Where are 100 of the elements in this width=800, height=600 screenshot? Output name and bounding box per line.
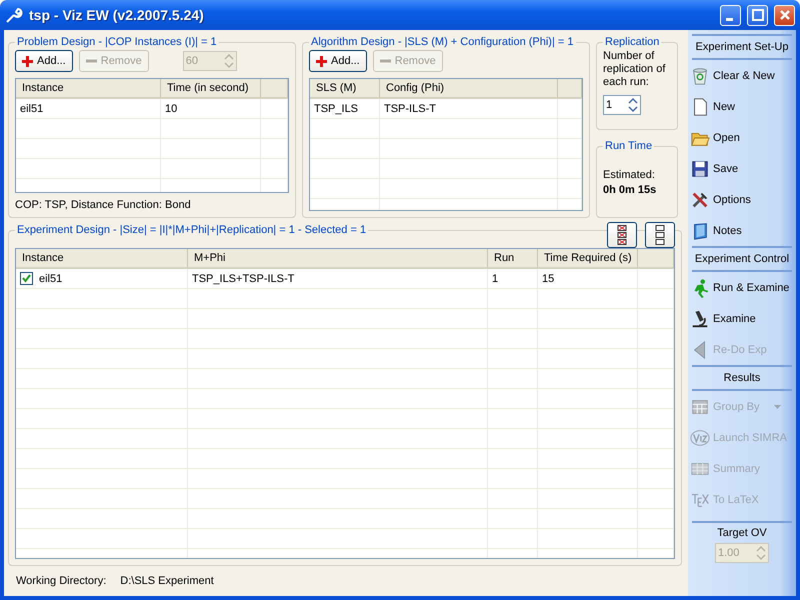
empty-cell <box>261 139 288 159</box>
table-cell: 10 <box>161 99 261 119</box>
group-title: Algorithm Design - |SLS (M) + Configuration (Phi)| = 1 <box>310 36 574 48</box>
column-header[interactable]: Instance <box>16 249 188 269</box>
empty-cell <box>638 529 674 549</box>
empty-cell <box>488 389 538 409</box>
empty-cell <box>638 489 674 509</box>
sidebar-item[interactable]: Save <box>688 153 796 184</box>
wrench-icon <box>5 6 23 24</box>
directory-path: D:\SLS Experiment <box>120 575 214 587</box>
empty-cell <box>488 489 538 509</box>
sidebar-item[interactable]: Open <box>688 122 796 153</box>
empty-cell <box>558 159 582 179</box>
info-text: COP: TSP, Distance Function: Bond <box>15 199 192 211</box>
add-button[interactable]: Add... <box>309 50 367 72</box>
sidebar-item[interactable]: New <box>688 91 796 122</box>
estimated-time: 0h 0m 15s <box>603 184 658 196</box>
empty-cell <box>638 329 674 349</box>
column-header[interactable]: Config (Phi) <box>380 79 558 99</box>
empty-cell <box>310 179 380 199</box>
sidebar-item[interactable]: Clear & New <box>688 60 796 91</box>
empty-cell <box>488 289 538 309</box>
deselect-all-button[interactable] <box>645 222 675 248</box>
sidebar-item[interactable]: Run & Examine <box>688 272 796 303</box>
window-title: tsp - Viz EW (v2.2007.5.24) <box>29 7 205 23</box>
viz-logo-icon <box>690 428 710 448</box>
replication-label: Number of replication of each run: <box>603 50 666 89</box>
empty-cell <box>488 329 538 349</box>
empty-cell <box>558 99 582 119</box>
empty-cell <box>310 139 380 159</box>
empty-cell <box>638 469 674 489</box>
minimize-button[interactable] <box>720 4 741 26</box>
maximize-icon <box>752 9 764 21</box>
section-title: Target OV <box>717 527 767 539</box>
plus-icon <box>22 56 33 66</box>
empty-cell <box>488 409 538 429</box>
column-header[interactable]: Time Required (s) <box>538 249 638 269</box>
minus-icon <box>380 59 391 63</box>
table-cell: 15 <box>538 269 638 289</box>
group-title: Replication <box>604 36 660 48</box>
empty-cell <box>638 509 674 529</box>
table-cell: eil51 <box>16 99 161 119</box>
empty-cell <box>638 369 674 389</box>
empty-cell <box>261 119 288 139</box>
section-title: Results <box>724 372 760 384</box>
minus-icon <box>86 59 97 63</box>
microscope-icon <box>690 308 710 328</box>
recycle-bin-icon <box>690 66 710 86</box>
table-cell: TSP_ILS+TSP-ILS-T <box>188 269 488 289</box>
add-button[interactable]: Add... <box>15 50 73 72</box>
section-title: Experiment Control <box>694 253 790 265</box>
plus-icon <box>316 56 327 66</box>
empty-cell <box>488 369 538 389</box>
close-icon <box>778 9 790 21</box>
empty-cell <box>638 289 674 309</box>
empty-cell <box>488 509 538 529</box>
empty-cell <box>261 159 288 179</box>
checked-list-icon <box>617 225 627 245</box>
empty-cell <box>488 349 538 369</box>
empty-cell <box>638 389 674 409</box>
empty-cell <box>488 309 538 329</box>
empty-cell <box>638 449 674 469</box>
sidebar-item[interactable]: Examine <box>688 303 796 334</box>
table-cell: 1 <box>488 269 538 289</box>
estimate-label: Estimated: <box>603 169 656 182</box>
empty-list-icon <box>655 225 665 245</box>
section-title: Experiment Set-Up <box>696 41 788 53</box>
column-header[interactable]: Run <box>488 249 538 269</box>
instance-name: eil51 <box>39 272 62 284</box>
group-title: Problem Design - |COP Instances (I)| = 1 <box>16 36 218 48</box>
directory-label: Working Directory: <box>16 575 106 587</box>
select-all-button[interactable] <box>607 222 637 248</box>
empty-cell <box>558 139 582 159</box>
empty-cell <box>488 529 538 549</box>
column-header[interactable]: Instance <box>16 79 161 99</box>
empty-cell <box>638 309 674 329</box>
empty-cell <box>638 269 674 289</box>
table-cell: TSP_ILS <box>310 99 380 119</box>
column-header[interactable]: M+Phi <box>188 249 488 269</box>
empty-cell <box>488 449 538 469</box>
minimize-icon <box>726 18 732 20</box>
empty-cell <box>488 429 538 449</box>
replication-spinner[interactable]: 1 <box>603 95 641 115</box>
empty-cell <box>558 179 582 199</box>
empty-cell <box>261 99 288 119</box>
empty-cell <box>488 469 538 489</box>
empty-cell <box>310 159 380 179</box>
empty-cell <box>558 119 582 139</box>
empty-cell <box>310 119 380 139</box>
column-header[interactable]: SLS (M) <box>310 79 380 99</box>
checkbox[interactable] <box>20 272 33 285</box>
empty-cell <box>638 349 674 369</box>
sidebar-item[interactable]: Notes <box>688 215 796 246</box>
column-header[interactable]: Time (in second) <box>161 79 261 99</box>
empty-cell <box>638 429 674 449</box>
close-button[interactable] <box>774 4 795 26</box>
empty-cell <box>638 409 674 429</box>
sidebar-item[interactable]: Options <box>688 184 796 215</box>
maximize-button[interactable] <box>747 4 768 26</box>
table-cell: TSP-ILS-T <box>380 99 558 119</box>
